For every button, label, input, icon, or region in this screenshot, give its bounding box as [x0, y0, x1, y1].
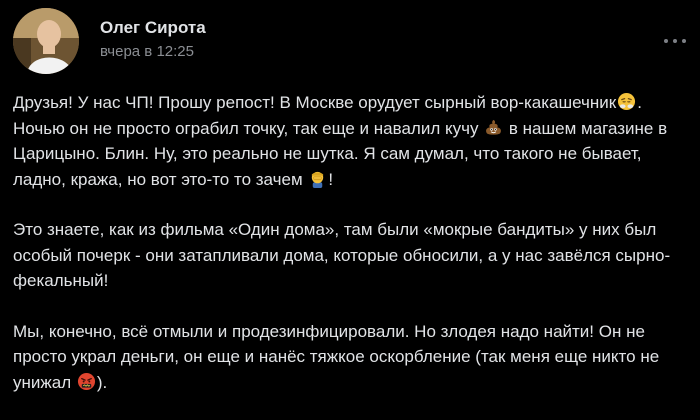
poop-emoji — [484, 118, 503, 137]
avatar-photo — [13, 8, 79, 74]
text-segment: Мы, конечно, всё отмыли и продезинфициро… — [13, 321, 660, 392]
more-dot — [673, 39, 677, 43]
paragraph-2: Это знаете, как из фильма «Один дома», т… — [13, 220, 671, 290]
post-card: Олег Сирота вчера в 12:25 Друзья! У нас … — [0, 0, 700, 403]
more-dot — [682, 39, 686, 43]
post-text: Друзья! У нас ЧП! Прошу репост! В Москве… — [13, 90, 689, 420]
facepalm-emoji — [308, 169, 327, 188]
post-timestamp[interactable]: вчера в 12:25 — [100, 43, 194, 60]
more-options-button[interactable] — [664, 34, 686, 48]
text-segment: Друзья! У нас ЧП! Прошу репост! В Москве… — [13, 93, 617, 112]
author-name[interactable]: Олег Сирота — [100, 18, 206, 38]
steam-nose-face-emoji — [617, 92, 636, 111]
text-segment: ! — [328, 169, 334, 189]
more-dots-icon — [664, 39, 668, 43]
cursing-face-emoji — [77, 372, 96, 391]
author-avatar[interactable] — [13, 8, 79, 74]
paragraph-3: Мы, конечно, всё отмыли и продезинфициро… — [13, 319, 689, 396]
paragraph-1: Друзья! У нас ЧП! Прошу репост! В Москве… — [13, 90, 689, 192]
text-segment: ). — [96, 372, 108, 392]
